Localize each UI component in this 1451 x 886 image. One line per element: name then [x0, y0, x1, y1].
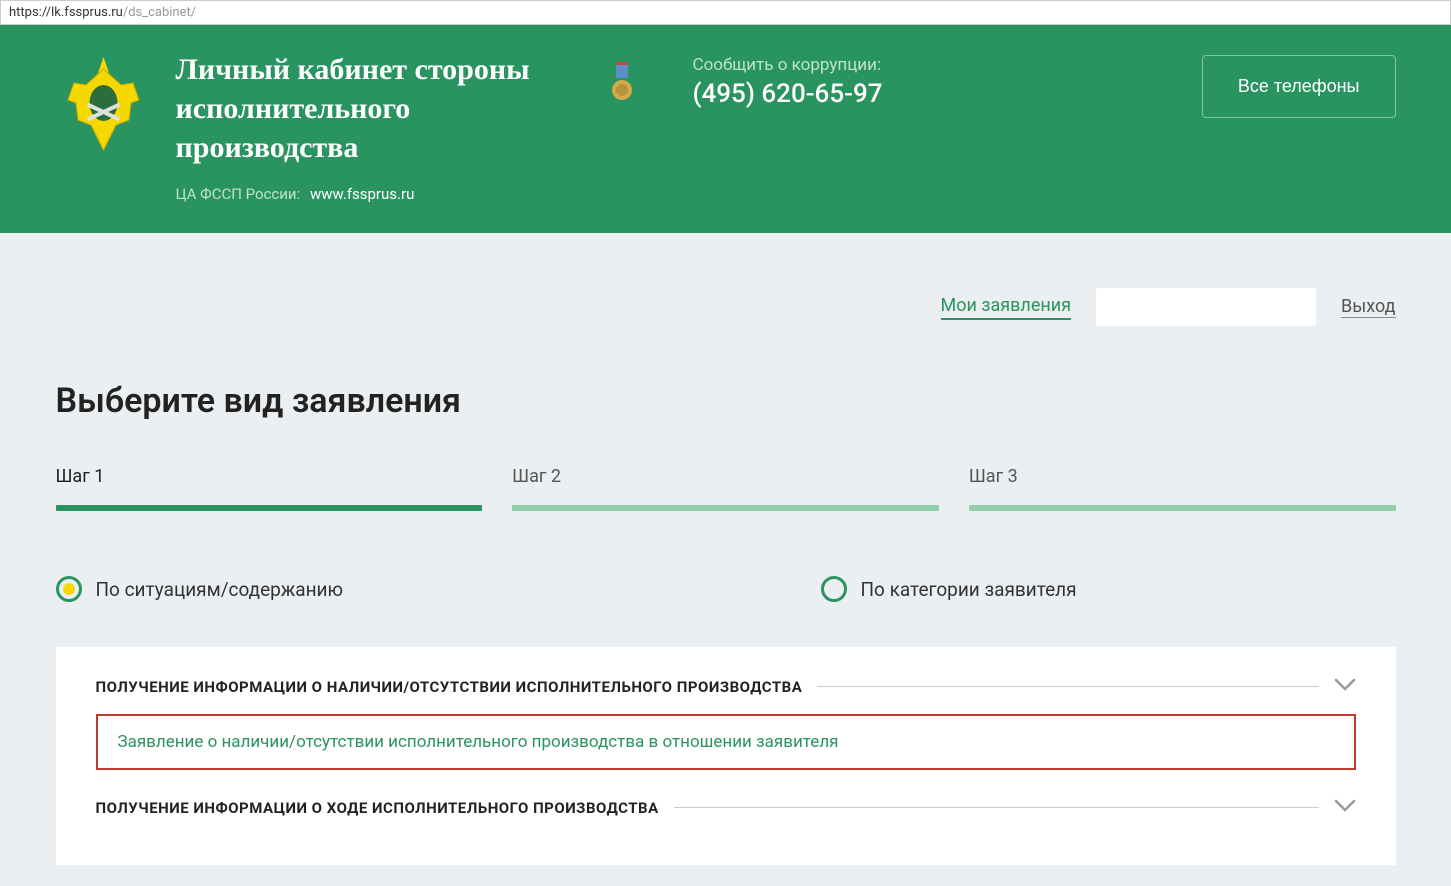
step-label: Шаг 3: [969, 466, 1396, 487]
subtitle-link[interactable]: www.fssprus.ru: [310, 185, 414, 203]
corruption-label: Сообщить о коррупции:: [693, 55, 883, 75]
application-type-list: ПОЛУЧЕНИЕ ИНФОРМАЦИИ О НАЛИЧИИ/ОТСУТСТВИ…: [56, 647, 1396, 865]
accordion-header[interactable]: ПОЛУЧЕНИЕ ИНФОРМАЦИИ О НАЛИЧИИ/ОТСУТСТВИ…: [96, 677, 1356, 696]
step-bar: [512, 505, 939, 511]
corruption-phone: (495) 620-65-97: [693, 79, 883, 109]
radio-by-category[interactable]: По категории заявителя: [821, 576, 1396, 602]
step-bar: [56, 505, 483, 511]
filter-radios: По ситуациям/содержанию По категории зая…: [56, 576, 1396, 602]
divider-line: [674, 807, 1319, 808]
medal-icon: [611, 62, 633, 106]
radio-by-situation[interactable]: По ситуациям/содержанию: [56, 576, 631, 602]
accordion-section-presence: ПОЛУЧЕНИЕ ИНФОРМАЦИИ О НАЛИЧИИ/ОТСУТСТВИ…: [96, 677, 1356, 770]
radio-circle-icon: [56, 576, 82, 602]
url-path: /ds_cabinet/: [123, 5, 196, 20]
step-3: Шаг 3: [969, 466, 1396, 511]
divider-line: [817, 686, 1318, 687]
accordion-title: ПОЛУЧЕНИЕ ИНФОРМАЦИИ О ХОДЕ ИСПОЛНИТЕЛЬН…: [96, 799, 659, 817]
chevron-down-icon: [1334, 798, 1356, 817]
chevron-down-icon: [1334, 677, 1356, 696]
radio-circle-icon: [821, 576, 847, 602]
step-1: Шаг 1: [56, 466, 483, 511]
step-2: Шаг 2: [512, 466, 939, 511]
accordion-header[interactable]: ПОЛУЧЕНИЕ ИНФОРМАЦИИ О ХОДЕ ИСПОЛНИТЕЛЬН…: [96, 798, 1356, 817]
url-base: https://lk.fssprus.ru: [9, 5, 123, 20]
step-label: Шаг 1: [56, 466, 483, 487]
user-name-block: [1096, 288, 1316, 326]
address-bar[interactable]: https://lk.fssprus.ru/ds_cabinet/: [0, 0, 1451, 25]
radio-label: По категории заявителя: [861, 578, 1077, 601]
all-phones-button[interactable]: Все телефоны: [1202, 55, 1396, 118]
site-title: Личный кабинет стороны исполнительного п…: [176, 50, 596, 167]
step-bar: [969, 505, 1396, 511]
application-item-presence-absence[interactable]: Заявление о наличии/отсутствии исполните…: [96, 714, 1356, 770]
page-heading: Выберите вид заявления: [56, 381, 1396, 421]
radio-label: По ситуациям/содержанию: [96, 578, 344, 601]
accordion-section-progress: ПОЛУЧЕНИЕ ИНФОРМАЦИИ О ХОДЕ ИСПОЛНИТЕЛЬН…: [96, 798, 1356, 817]
step-indicator: Шаг 1 Шаг 2 Шаг 3: [56, 466, 1396, 511]
subtitle-prefix: ЦА ФССП России:: [176, 185, 301, 203]
top-navigation: Мои заявления Выход: [56, 233, 1396, 351]
emblem-icon: [56, 55, 151, 160]
step-label: Шаг 2: [512, 466, 939, 487]
logout-link[interactable]: Выход: [1341, 296, 1395, 318]
my-applications-link[interactable]: Мои заявления: [941, 295, 1072, 320]
accordion-title: ПОЛУЧЕНИЕ ИНФОРМАЦИИ О НАЛИЧИИ/ОТСУТСТВИ…: [96, 678, 803, 696]
site-header: Личный кабинет стороны исполнительного п…: [0, 25, 1451, 233]
